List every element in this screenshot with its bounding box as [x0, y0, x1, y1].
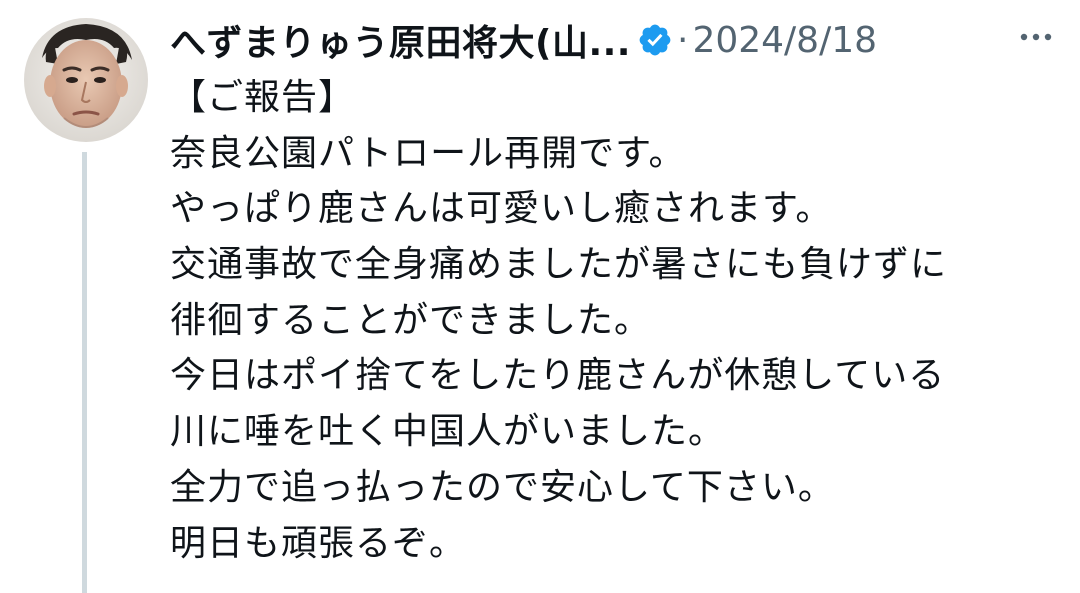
tweet-text-line: 徘徊することができました。: [170, 299, 652, 341]
tweet-text-line: 奈良公園パトロール再開です。: [170, 132, 686, 174]
header-separator: ·: [676, 19, 689, 61]
thread-line: [82, 152, 87, 593]
tweet-text-line: 明日も頑張るぞ。: [170, 522, 467, 564]
tweet-text-line: 全力で追っ払ったので安心して下さい。: [170, 466, 835, 508]
tweet-text-line: 【ご報告】: [170, 77, 356, 118]
more-options-icon: [1020, 33, 1052, 41]
tweet-text-line: やっぱり鹿さんは可愛いし癒されます。: [170, 188, 833, 230]
display-name[interactable]: へずまりゅう原田将大(山...: [170, 14, 631, 66]
tweet-text-line: 交通事故で全身痛めましたが暑さにも負けずに: [170, 244, 948, 286]
avatar[interactable]: [24, 18, 148, 142]
tweet-text: 【ご報告】 奈良公園パトロール再開です。 やっぱり鹿さんは可愛いし癒されます。 …: [170, 70, 1070, 571]
tweet-date[interactable]: 2024/8/18: [692, 20, 877, 61]
tweet-header: へずまりゅう原田将大(山... · 2024/8/18: [170, 12, 877, 68]
tweet[interactable]: へずまりゅう原田将大(山... · 2024/8/18 【ご報告】 奈良公園パト…: [0, 0, 1080, 593]
more-options-button[interactable]: [1014, 22, 1058, 52]
avatar-image: [24, 18, 148, 142]
tweet-text-line: 川に唾を吐く中国人がいました。: [170, 411, 726, 453]
tweet-text-line: 今日はポイ捨てをしたり鹿さんが休憩している: [170, 355, 946, 397]
verified-badge-icon: [639, 24, 671, 56]
